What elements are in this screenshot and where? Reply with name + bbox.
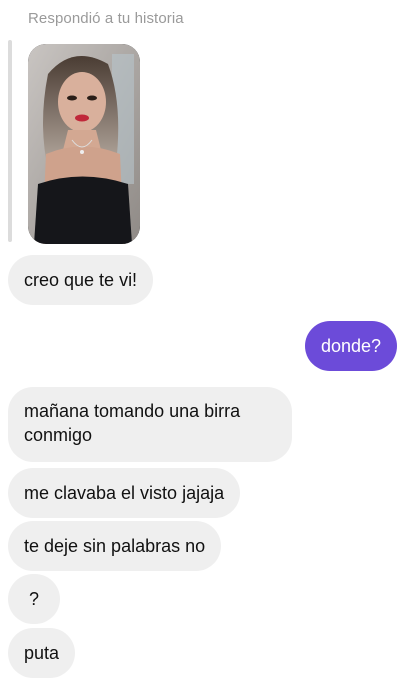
story-photo xyxy=(28,44,140,244)
story-thumbnail[interactable] xyxy=(28,44,140,244)
message-bubble-received[interactable]: mañana tomando una birra conmigo xyxy=(8,387,292,462)
message-bubble-sent[interactable]: donde? xyxy=(305,321,398,371)
message-bubble-received[interactable]: me clavaba el visto jajaja xyxy=(8,468,241,518)
story-reply-label: Respondió a tu historia xyxy=(28,10,184,27)
quote-bar xyxy=(8,40,12,242)
message-bubble-received[interactable]: creo que te vi! xyxy=(8,255,154,305)
message-bubble-received[interactable]: te deje sin palabras no xyxy=(8,521,222,571)
message-bubble-received[interactable]: puta xyxy=(8,628,76,678)
message-bubble-received[interactable]: ? xyxy=(8,574,60,624)
